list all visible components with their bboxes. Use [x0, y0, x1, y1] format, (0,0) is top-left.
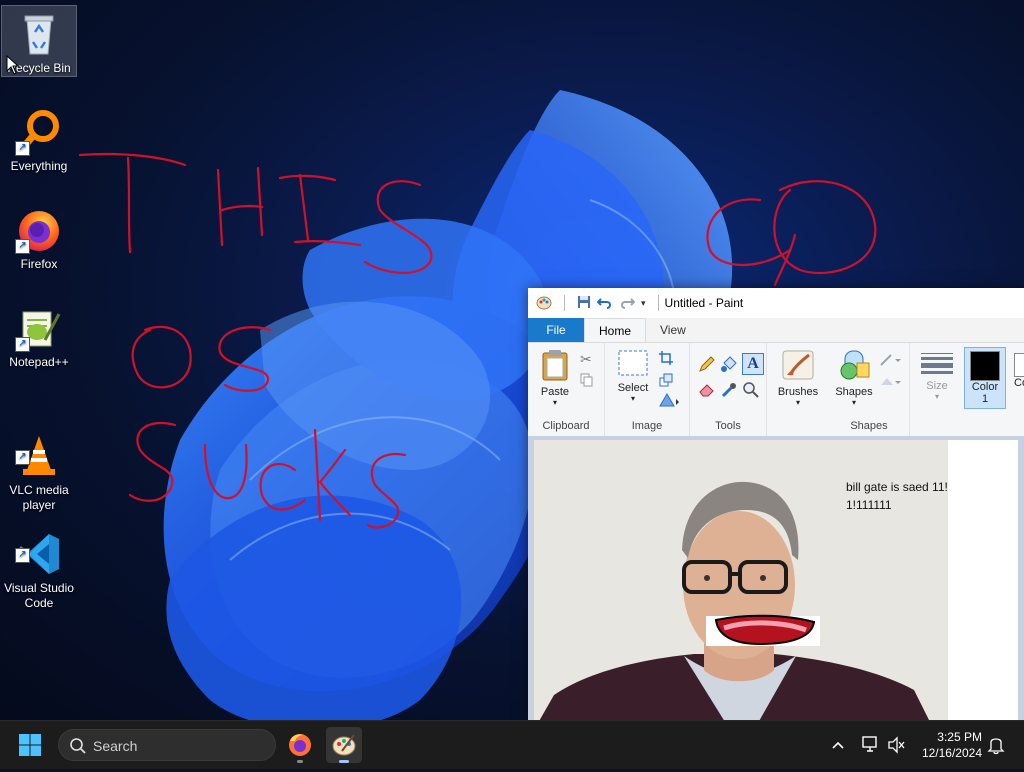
clock-date: 12/16/2024 [921, 746, 982, 760]
show-hidden-icons-chevron-icon[interactable] [830, 721, 850, 769]
canvas-workspace: bill gate is saed 11!!!! 1!111111 [528, 436, 1024, 720]
paint-app-icon[interactable] [536, 294, 552, 313]
everything-search-icon: ↗ [15, 108, 63, 156]
vscode-icon: ↗ [15, 515, 63, 574]
fill-icon[interactable] [720, 355, 738, 378]
taskbar-paint[interactable] [326, 727, 362, 763]
shapes-group-label: Shapes [850, 420, 888, 432]
firefox-icon [289, 734, 311, 756]
brushes-group: Brushes ▾ [767, 343, 829, 436]
window-title: Untitled - Paint [664, 296, 744, 310]
network-icon[interactable] [860, 721, 880, 769]
shapes-icon [840, 350, 870, 380]
desktop-icon-notepadpp[interactable]: ↗ Notepad++ [2, 300, 76, 370]
color2-button[interactable]: Co [1010, 347, 1024, 407]
magnifier-icon[interactable] [742, 381, 760, 404]
outline-icon[interactable] [879, 353, 901, 372]
taskbar-search-box[interactable]: Search [58, 729, 276, 761]
shortcut-arrow-icon: ↗ [15, 450, 30, 465]
paste-icon [542, 350, 568, 381]
tools-group-label: Tools [715, 420, 741, 432]
brush-icon [782, 350, 814, 380]
recycle-bin-icon [15, 10, 63, 58]
paint-titlebar[interactable]: ▾ Untitled - Paint [528, 288, 1024, 318]
notifications-bell-icon[interactable] [986, 721, 1006, 769]
tools-group: A Tools [690, 343, 767, 436]
copy-icon[interactable] [580, 373, 594, 392]
redo-icon[interactable] [619, 295, 636, 312]
text-tool-icon[interactable]: A [742, 353, 764, 375]
undo-icon[interactable] [596, 295, 613, 312]
search-placeholder: Search [93, 738, 138, 754]
color-picker-icon[interactable] [720, 381, 738, 404]
clock[interactable]: 3:25 PM 12/16/2024 [922, 729, 982, 761]
resize-icon[interactable] [659, 373, 673, 392]
desktop-icon-label: Notepad++ [9, 355, 69, 369]
select-button[interactable]: Select ▾ [611, 349, 655, 403]
image-group: Select ▾ Image [605, 343, 690, 436]
paint-canvas[interactable]: bill gate is saed 11!!!! 1!111111 [534, 440, 948, 720]
size-group: Size ▾ [910, 343, 964, 436]
notepadpp-icon: ↗ [15, 304, 63, 352]
pencil-icon[interactable] [698, 355, 716, 378]
volume-muted-icon[interactable] [886, 721, 906, 769]
paint-window[interactable]: ▾ Untitled - Paint File Home View Paste … [528, 288, 1024, 720]
color1-button[interactable]: Color 1 [964, 347, 1006, 409]
vlc-icon: ↗ [15, 417, 63, 475]
active-indicator [339, 760, 349, 763]
select-icon [618, 350, 648, 376]
shortcut-arrow-icon: ↗ [15, 337, 30, 352]
color2-swatch [1014, 353, 1024, 377]
desktop-icon-everything[interactable]: ↗ Everything [2, 104, 76, 174]
start-button-windows-icon[interactable] [18, 733, 42, 757]
desktop-icon-label: Firefox [20, 257, 58, 271]
desktop-icon-firefox[interactable]: ↗ Firefox [2, 202, 76, 272]
running-indicator [297, 760, 303, 763]
search-icon [70, 738, 86, 754]
shapes-button[interactable]: Shapes ▾ [831, 349, 877, 407]
size-button[interactable]: Size ▾ [916, 351, 958, 401]
desktop-icon-label: Everything [10, 159, 68, 173]
desktop-icon-label: Visual Studio Code [4, 581, 74, 610]
crop-icon[interactable] [659, 351, 673, 370]
fill-shape-icon[interactable] [879, 375, 901, 394]
clipboard-group-label: Clipboard [542, 420, 590, 432]
clipboard-group: Paste ▾ ✂ Clipboard [528, 343, 605, 436]
tab-view[interactable]: View [646, 318, 700, 342]
shapes-group: Shapes ▾ Shapes [829, 343, 910, 436]
customize-quick-access-icon[interactable]: ▾ [641, 298, 646, 309]
color1-swatch [970, 351, 1000, 381]
paint-app-icon [332, 734, 356, 756]
taskbar-firefox[interactable] [282, 727, 318, 763]
canvas-text-annotation: bill gate is saed 11!!!! 1!111111 [846, 480, 948, 512]
cut-icon[interactable]: ✂ [580, 351, 592, 368]
mouse-cursor-icon [6, 55, 20, 75]
eraser-icon[interactable] [698, 381, 716, 402]
paste-button[interactable]: Paste ▾ [536, 349, 574, 407]
shortcut-arrow-icon: ↗ [15, 548, 30, 563]
desktop: Recycle Bin ↗ Everything ↗ Firefox ↗ Not… [0, 0, 1024, 720]
save-icon[interactable] [577, 295, 591, 312]
shortcut-arrow-icon: ↗ [15, 141, 30, 156]
firefox-icon: ↗ [15, 206, 63, 254]
tab-home[interactable]: Home [584, 318, 647, 342]
clock-time: 3:25 PM [937, 730, 982, 744]
tab-file[interactable]: File [528, 318, 584, 342]
rotate-icon[interactable] [659, 393, 681, 412]
image-group-label: Image [631, 420, 663, 432]
canvas-right-area [948, 440, 1018, 720]
taskbar: Search 3:25 PM 12/16/2024 [0, 720, 1024, 769]
desktop-icon-vscode[interactable]: ↗ Visual Studio Code [2, 496, 76, 626]
brushes-button[interactable]: Brushes ▾ [773, 349, 823, 407]
ribbon: Paste ▾ ✂ Clipboard Select ▾ Image A Too… [528, 343, 1024, 437]
shortcut-arrow-icon: ↗ [15, 239, 30, 254]
size-lines-icon [921, 353, 953, 374]
ribbon-tabs: File Home View [528, 318, 1024, 343]
